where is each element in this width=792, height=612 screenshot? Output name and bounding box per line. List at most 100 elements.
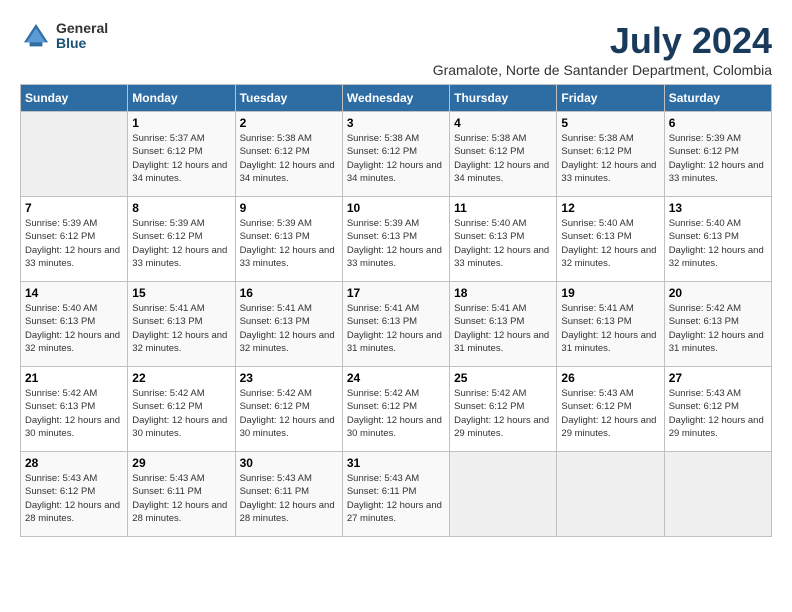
logo-text: General Blue bbox=[56, 21, 108, 52]
day-number: 13 bbox=[669, 201, 767, 215]
day-number: 12 bbox=[561, 201, 659, 215]
day-number: 1 bbox=[132, 116, 230, 130]
calendar-day-cell: 14 Sunrise: 5:40 AMSunset: 6:13 PMDayligh… bbox=[21, 282, 128, 367]
day-number: 9 bbox=[240, 201, 338, 215]
day-info: Sunrise: 5:37 AMSunset: 6:12 PMDaylight:… bbox=[132, 132, 230, 185]
day-info: Sunrise: 5:40 AMSunset: 6:13 PMDaylight:… bbox=[561, 217, 659, 270]
calendar-day-cell: 1 Sunrise: 5:37 AMSunset: 6:12 PMDaylight… bbox=[128, 112, 235, 197]
day-number: 22 bbox=[132, 371, 230, 385]
calendar-day-cell bbox=[664, 452, 771, 537]
calendar-day-cell: 31 Sunrise: 5:43 AMSunset: 6:11 PMDayligh… bbox=[342, 452, 449, 537]
location-label: Gramalote, Norte de Santander Department… bbox=[433, 62, 772, 78]
calendar-day-cell: 9 Sunrise: 5:39 AMSunset: 6:13 PMDaylight… bbox=[235, 197, 342, 282]
calendar-day-cell: 29Sunrise: 5:43 AMSunset: 6:11 PMDayligh… bbox=[128, 452, 235, 537]
calendar-day-cell: 28 Sunrise: 5:43 AMSunset: 6:12 PMDayligh… bbox=[21, 452, 128, 537]
day-number: 8 bbox=[132, 201, 230, 215]
day-number: 24 bbox=[347, 371, 445, 385]
logo-general-label: General bbox=[56, 21, 108, 36]
day-number: 26 bbox=[561, 371, 659, 385]
day-info: Sunrise: 5:38 AMSunset: 6:12 PMDaylight:… bbox=[240, 132, 338, 185]
day-info: Sunrise: 5:40 AMSunset: 6:13 PMDaylight:… bbox=[25, 302, 123, 355]
day-number: 30 bbox=[240, 456, 338, 470]
calendar-day-cell: 12 Sunrise: 5:40 AMSunset: 6:13 PMDayligh… bbox=[557, 197, 664, 282]
day-info: Sunrise: 5:38 AMSunset: 6:12 PMDaylight:… bbox=[454, 132, 552, 185]
calendar-day-cell: 17 Sunrise: 5:41 AMSunset: 6:13 PMDayligh… bbox=[342, 282, 449, 367]
calendar-day-cell: 27 Sunrise: 5:43 AMSunset: 6:12 PMDayligh… bbox=[664, 367, 771, 452]
calendar-day-cell: 4 Sunrise: 5:38 AMSunset: 6:12 PMDaylight… bbox=[450, 112, 557, 197]
day-info: Sunrise: 5:43 AMSunset: 6:12 PMDaylight:… bbox=[561, 387, 659, 440]
calendar-day-cell: 30 Sunrise: 5:43 AMSunset: 6:11 PMDayligh… bbox=[235, 452, 342, 537]
day-info: Sunrise: 5:39 AMSunset: 6:12 PMDaylight:… bbox=[25, 217, 123, 270]
day-number: 10 bbox=[347, 201, 445, 215]
day-info: Sunrise: 5:39 AMSunset: 6:12 PMDaylight:… bbox=[669, 132, 767, 185]
day-info: Sunrise: 5:42 AMSunset: 6:13 PMDaylight:… bbox=[669, 302, 767, 355]
day-info: Sunrise: 5:43 AMSunset: 6:12 PMDaylight:… bbox=[25, 472, 123, 525]
day-number: 27 bbox=[669, 371, 767, 385]
day-number: 18 bbox=[454, 286, 552, 300]
calendar-day-cell: 26 Sunrise: 5:43 AMSunset: 6:12 PMDayligh… bbox=[557, 367, 664, 452]
calendar-day-cell bbox=[557, 452, 664, 537]
logo-blue-label: Blue bbox=[56, 36, 108, 51]
calendar-day-cell: 13Sunrise: 5:40 AMSunset: 6:13 PMDayligh… bbox=[664, 197, 771, 282]
calendar-day-cell: 6 Sunrise: 5:39 AMSunset: 6:12 PMDaylight… bbox=[664, 112, 771, 197]
day-info: Sunrise: 5:42 AMSunset: 6:12 PMDaylight:… bbox=[132, 387, 230, 440]
day-info: Sunrise: 5:38 AMSunset: 6:12 PMDaylight:… bbox=[347, 132, 445, 185]
day-info: Sunrise: 5:40 AMSunset: 6:13 PMDaylight:… bbox=[454, 217, 552, 270]
day-number: 20 bbox=[669, 286, 767, 300]
day-number: 31 bbox=[347, 456, 445, 470]
calendar-header-row: SundayMondayTuesdayWednesdayThursdayFrid… bbox=[21, 85, 772, 112]
day-info: Sunrise: 5:43 AMSunset: 6:12 PMDaylight:… bbox=[669, 387, 767, 440]
day-number: 4 bbox=[454, 116, 552, 130]
day-number: 28 bbox=[25, 456, 123, 470]
day-info: Sunrise: 5:39 AMSunset: 6:12 PMDaylight:… bbox=[132, 217, 230, 270]
day-header: Saturday bbox=[664, 85, 771, 112]
day-number: 23 bbox=[240, 371, 338, 385]
calendar-day-cell: 2Sunrise: 5:38 AMSunset: 6:12 PMDaylight… bbox=[235, 112, 342, 197]
day-number: 6 bbox=[669, 116, 767, 130]
calendar-day-cell: 11 Sunrise: 5:40 AMSunset: 6:13 PMDayligh… bbox=[450, 197, 557, 282]
calendar-week-row: 1 Sunrise: 5:37 AMSunset: 6:12 PMDaylight… bbox=[21, 112, 772, 197]
calendar-day-cell: 19 Sunrise: 5:41 AMSunset: 6:13 PMDayligh… bbox=[557, 282, 664, 367]
calendar-day-cell: 23 Sunrise: 5:42 AMSunset: 6:12 PMDayligh… bbox=[235, 367, 342, 452]
calendar-week-row: 21 Sunrise: 5:42 AMSunset: 6:13 PMDayligh… bbox=[21, 367, 772, 452]
calendar-day-cell: 5 Sunrise: 5:38 AMSunset: 6:12 PMDaylight… bbox=[557, 112, 664, 197]
calendar-day-cell: 25Sunrise: 5:42 AMSunset: 6:12 PMDayligh… bbox=[450, 367, 557, 452]
day-number: 21 bbox=[25, 371, 123, 385]
day-header: Friday bbox=[557, 85, 664, 112]
day-number: 17 bbox=[347, 286, 445, 300]
calendar-day-cell: 10Sunrise: 5:39 AMSunset: 6:13 PMDayligh… bbox=[342, 197, 449, 282]
page-header: General Blue July 2024 Gramalote, Norte … bbox=[20, 20, 772, 78]
day-info: Sunrise: 5:41 AMSunset: 6:13 PMDaylight:… bbox=[561, 302, 659, 355]
day-info: Sunrise: 5:42 AMSunset: 6:13 PMDaylight:… bbox=[25, 387, 123, 440]
day-info: Sunrise: 5:42 AMSunset: 6:12 PMDaylight:… bbox=[347, 387, 445, 440]
calendar-week-row: 7Sunrise: 5:39 AMSunset: 6:12 PMDaylight… bbox=[21, 197, 772, 282]
day-header: Thursday bbox=[450, 85, 557, 112]
day-number: 5 bbox=[561, 116, 659, 130]
day-info: Sunrise: 5:41 AMSunset: 6:13 PMDaylight:… bbox=[240, 302, 338, 355]
calendar-day-cell: 8 Sunrise: 5:39 AMSunset: 6:12 PMDaylight… bbox=[128, 197, 235, 282]
day-number: 14 bbox=[25, 286, 123, 300]
logo: General Blue bbox=[20, 20, 108, 52]
calendar-day-cell: 22 Sunrise: 5:42 AMSunset: 6:12 PMDayligh… bbox=[128, 367, 235, 452]
calendar-day-cell bbox=[450, 452, 557, 537]
calendar-day-cell: 15Sunrise: 5:41 AMSunset: 6:13 PMDayligh… bbox=[128, 282, 235, 367]
calendar-day-cell: 18Sunrise: 5:41 AMSunset: 6:13 PMDayligh… bbox=[450, 282, 557, 367]
day-info: Sunrise: 5:41 AMSunset: 6:13 PMDaylight:… bbox=[347, 302, 445, 355]
calendar-day-cell: 24 Sunrise: 5:42 AMSunset: 6:12 PMDayligh… bbox=[342, 367, 449, 452]
logo-icon bbox=[20, 20, 52, 52]
month-year-title: July 2024 bbox=[433, 20, 772, 62]
calendar-week-row: 14 Sunrise: 5:40 AMSunset: 6:13 PMDayligh… bbox=[21, 282, 772, 367]
day-info: Sunrise: 5:39 AMSunset: 6:13 PMDaylight:… bbox=[240, 217, 338, 270]
day-info: Sunrise: 5:43 AMSunset: 6:11 PMDaylight:… bbox=[347, 472, 445, 525]
day-header: Tuesday bbox=[235, 85, 342, 112]
day-number: 25 bbox=[454, 371, 552, 385]
calendar-day-cell: 16Sunrise: 5:41 AMSunset: 6:13 PMDayligh… bbox=[235, 282, 342, 367]
calendar-day-cell: 20 Sunrise: 5:42 AMSunset: 6:13 PMDayligh… bbox=[664, 282, 771, 367]
calendar-day-cell: 3Sunrise: 5:38 AMSunset: 6:12 PMDaylight… bbox=[342, 112, 449, 197]
day-number: 19 bbox=[561, 286, 659, 300]
day-number: 11 bbox=[454, 201, 552, 215]
day-info: Sunrise: 5:43 AMSunset: 6:11 PMDaylight:… bbox=[240, 472, 338, 525]
day-info: Sunrise: 5:42 AMSunset: 6:12 PMDaylight:… bbox=[240, 387, 338, 440]
day-header: Monday bbox=[128, 85, 235, 112]
day-info: Sunrise: 5:38 AMSunset: 6:12 PMDaylight:… bbox=[561, 132, 659, 185]
